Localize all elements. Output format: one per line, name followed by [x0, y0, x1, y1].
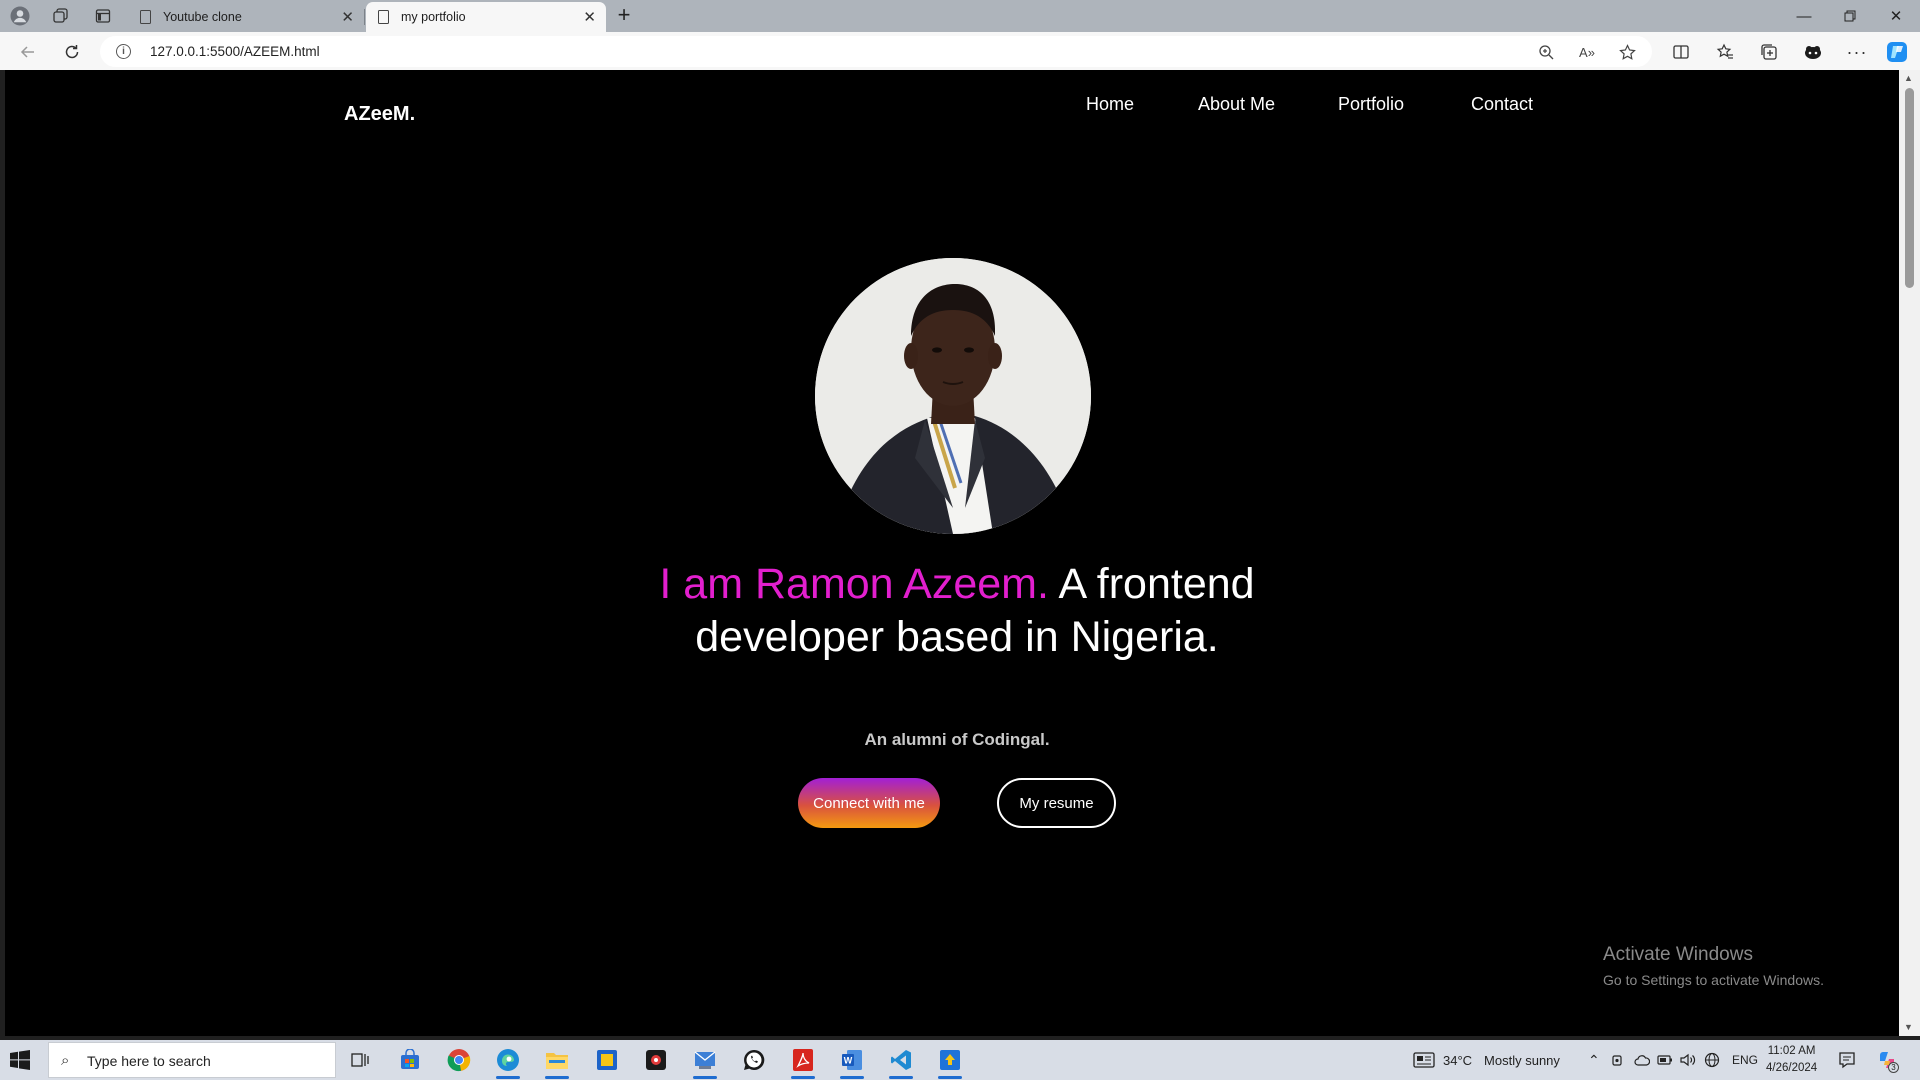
chrome-icon[interactable] [444, 1045, 474, 1075]
profile-photo [815, 258, 1091, 534]
active-app-indicator [496, 1076, 520, 1079]
collections-icon[interactable] [1757, 40, 1781, 64]
word-icon[interactable]: W [837, 1045, 867, 1079]
favorites-icon[interactable] [1713, 40, 1737, 64]
meet-now-icon[interactable] [1611, 1040, 1625, 1080]
connect-with-me-button[interactable]: Connect with me [798, 778, 940, 828]
watermark-title: Activate Windows [1603, 944, 1753, 965]
windows-start-icon[interactable] [10, 1050, 30, 1070]
close-tab-icon[interactable]: ✕ [583, 8, 596, 26]
language-globe-icon[interactable] [1704, 1040, 1720, 1080]
more-options-icon[interactable]: ··· [1845, 40, 1869, 64]
back-button[interactable] [16, 40, 40, 64]
activate-windows-watermark: Activate Windows Go to Settings to activ… [1603, 944, 1824, 988]
nav-link-about-me[interactable]: About Me [1198, 94, 1275, 115]
battery-icon[interactable] [1657, 1040, 1673, 1080]
camera-app-icon[interactable] [641, 1045, 671, 1075]
volume-icon[interactable] [1680, 1040, 1696, 1080]
weather-temp: 34°C [1443, 1052, 1473, 1068]
hero-headline: I am Ramon Azeem. A frontend developer b… [595, 558, 1319, 664]
browser-toolbar: i 127.0.0.1:5500/AZEEM.html A» ··· [0, 32, 1920, 70]
new-tab-button[interactable]: + [612, 2, 636, 27]
refresh-button[interactable] [60, 40, 84, 64]
nav-link-portfolio[interactable]: Portfolio [1338, 94, 1404, 115]
action-center-icon[interactable] [1838, 1040, 1856, 1080]
input-language[interactable]: ENG [1732, 1040, 1758, 1080]
hero-subtitle: An alumni of Codingal. [864, 730, 1050, 749]
clock-date: 4/26/2024 [1766, 1062, 1818, 1074]
system-clock[interactable]: 11:02 AM 4/26/2024 [1766, 1043, 1817, 1077]
windows-taskbar: ⌕ Type here to search W 34°C Mostly sunn… [0, 1040, 1920, 1080]
whatsapp-icon[interactable] [739, 1045, 769, 1075]
hero-name: I am Ramon Azeem. [659, 560, 1049, 608]
address-url[interactable]: 127.0.0.1:5500/AZEEM.html [150, 44, 320, 59]
notification-count-badge: 3 [1888, 1062, 1899, 1073]
tab-youtube-clone[interactable]: Youtube clone ✕ [128, 2, 364, 32]
workspaces-icon[interactable] [51, 6, 71, 26]
scroll-down-arrow-icon[interactable]: ▼ [1904, 1022, 1913, 1032]
close-window-button[interactable]: ✕ [1873, 0, 1919, 32]
my-resume-button[interactable]: My resume [997, 778, 1116, 828]
nav-link-contact[interactable]: Contact [1471, 94, 1533, 115]
restore-button[interactable] [1827, 0, 1873, 32]
store-icon[interactable] [395, 1045, 425, 1075]
close-tab-icon[interactable]: ✕ [341, 8, 354, 26]
active-app-indicator [693, 1076, 717, 1079]
scrollbar-thumb[interactable] [1905, 88, 1914, 288]
browser-tab-strip: Youtube clone ✕ my portfolio ✕ + — ✕ [0, 0, 1920, 32]
page-viewport: AZeeM. Home About Me Portfolio Contact I… [5, 70, 1899, 1036]
task-view-icon[interactable] [345, 1045, 375, 1075]
page-icon [140, 10, 151, 24]
mail-app-icon[interactable] [690, 1045, 720, 1079]
vscode-icon[interactable] [886, 1045, 916, 1079]
copilot-icon[interactable] [1885, 40, 1909, 64]
nav-link-home[interactable]: Home [1086, 94, 1134, 115]
weather-news-icon [1413, 1052, 1435, 1068]
search-icon: ⌕ [61, 1052, 70, 1069]
taskbar-search-box[interactable]: ⌕ Type here to search [48, 1042, 336, 1078]
acrobat-icon[interactable] [788, 1045, 818, 1079]
extension-icon[interactable] [1801, 40, 1825, 64]
file-explorer-icon[interactable] [542, 1045, 572, 1079]
sticky-app-icon[interactable] [592, 1045, 622, 1075]
zoom-icon[interactable] [1537, 43, 1555, 61]
active-app-indicator [840, 1076, 864, 1079]
weather-condition: Mostly sunny [1484, 1052, 1560, 1068]
svg-text:W: W [844, 1056, 853, 1066]
watermark-subtitle: Go to Settings to activate Windows. [1603, 972, 1824, 988]
profile-icon[interactable] [10, 6, 30, 26]
copilot-taskbar-icon[interactable]: 3 [1876, 1040, 1899, 1080]
clock-time: 11:02 AM [1767, 1045, 1816, 1057]
weather-widget[interactable]: 34°C Mostly sunny [1413, 1040, 1560, 1080]
scroll-up-arrow-icon[interactable]: ▲ [1904, 73, 1913, 83]
address-bar[interactable]: i 127.0.0.1:5500/AZEEM.html A» [100, 36, 1652, 67]
site-info-icon[interactable]: i [116, 44, 131, 59]
active-app-indicator [889, 1076, 913, 1079]
read-aloud-icon[interactable]: A» [1578, 43, 1596, 61]
active-app-indicator [791, 1076, 815, 1079]
tab-my-portfolio[interactable]: my portfolio ✕ [366, 2, 606, 32]
tab-title: Youtube clone [163, 10, 242, 24]
active-app-indicator [545, 1076, 569, 1079]
tab-divider [364, 9, 365, 25]
active-app-indicator [938, 1076, 962, 1079]
vertical-tabs-icon[interactable] [93, 6, 113, 26]
site-logo[interactable]: AZeeM. [344, 103, 415, 126]
minimize-button[interactable]: — [1781, 0, 1827, 32]
page-icon [378, 10, 389, 24]
edge-icon[interactable] [493, 1045, 523, 1079]
page-scrollbar[interactable]: ▲ ▼ [1899, 70, 1920, 1036]
uploader-icon[interactable] [935, 1045, 965, 1079]
split-screen-icon[interactable] [1669, 40, 1693, 64]
taskbar-search-placeholder[interactable]: Type here to search [87, 1053, 211, 1069]
show-hidden-icons-chevron-icon[interactable]: ⌃ [1588, 1040, 1600, 1080]
onedrive-cloud-icon[interactable] [1634, 1040, 1650, 1080]
tab-title: my portfolio [401, 10, 466, 24]
favorite-star-icon[interactable] [1618, 43, 1636, 61]
